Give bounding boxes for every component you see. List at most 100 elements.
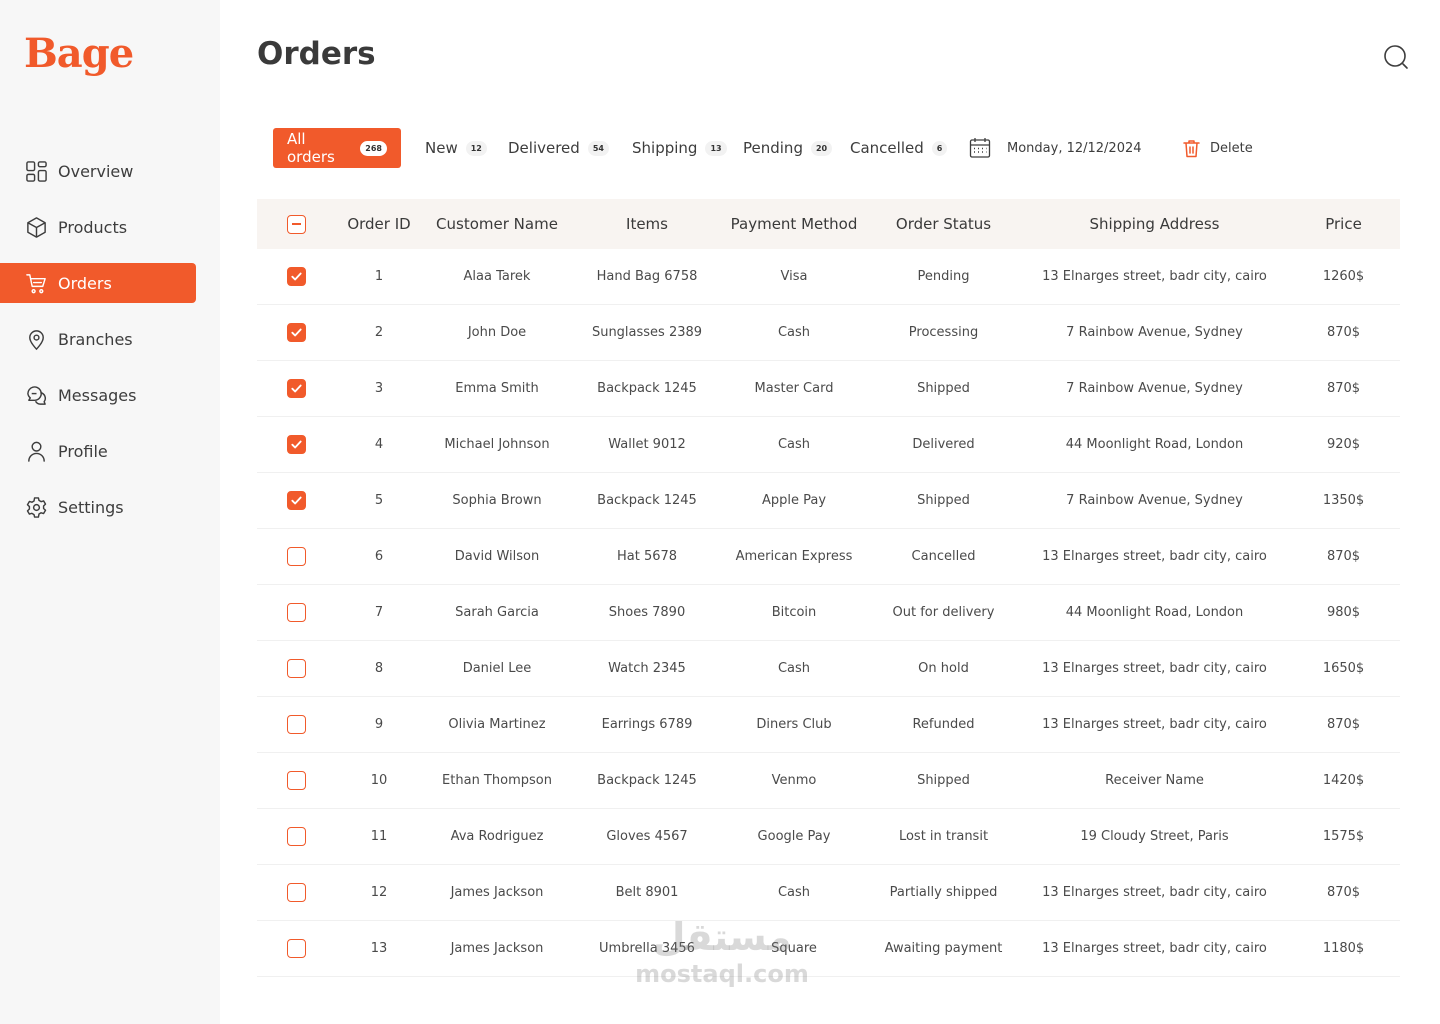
cell-shipping-address: 7 Rainbow Avenue, Sydney: [1066, 493, 1243, 508]
select-all-checkbox[interactable]: [286, 214, 306, 234]
cell-payment-method: Master Card: [754, 381, 834, 396]
cell-customer-name: Sarah Garcia: [455, 605, 539, 620]
tab-new[interactable]: New 12: [425, 128, 487, 168]
tab-label: Cancelled: [850, 139, 924, 157]
row-checkbox[interactable]: [286, 491, 306, 510]
row-select-cell: [257, 379, 335, 398]
tab-label: All orders: [287, 130, 335, 166]
column-header-price[interactable]: Price: [1287, 215, 1400, 233]
row-checkbox[interactable]: [286, 715, 306, 734]
row-checkbox[interactable]: [286, 547, 306, 566]
cell-order-id: 1: [374, 269, 384, 284]
cell-order-id: 13: [370, 941, 388, 956]
table-row[interactable]: 9 Olivia Martinez Earrings 6789 Diners Club…: [257, 697, 1400, 753]
date-picker[interactable]: Monday, 12/12/2024: [969, 128, 1142, 168]
table-row[interactable]: 13 James Jackson Umbrella 3456 Square Awaiti…: [257, 921, 1400, 977]
tab-count-badge: 20: [810, 140, 833, 156]
column-header-shipping-address[interactable]: Shipping Address: [1022, 215, 1287, 233]
cell-order-id: 2: [374, 325, 384, 340]
row-checkbox[interactable]: [286, 435, 306, 454]
tab-shipping[interactable]: Shipping 13: [632, 128, 727, 168]
table-row[interactable]: 6 David Wilson Hat 5678 American Express Can…: [257, 529, 1400, 585]
cell-order-status: Awaiting payment: [884, 941, 1003, 956]
column-header-payment-method[interactable]: Payment Method: [723, 215, 865, 233]
row-checkbox[interactable]: [286, 267, 306, 286]
table-row[interactable]: 8 Daniel Lee Watch 2345 Cash On hold 13 Elnar…: [257, 641, 1400, 697]
tab-all-orders[interactable]: All orders 268: [273, 128, 401, 168]
table-row[interactable]: 1 Alaa Tarek Hand Bag 6758 Visa Pending 13 El…: [257, 249, 1400, 305]
sidebar-item-overview[interactable]: Overview: [0, 151, 196, 191]
sidebar-item-label: Branches: [58, 329, 133, 349]
cell-items: Hat 5678: [616, 549, 678, 564]
cell-shipping-address: 7 Rainbow Avenue, Sydney: [1066, 381, 1243, 396]
sidebar-item-messages[interactable]: Messages: [0, 375, 196, 415]
select-all-cell: [257, 214, 335, 234]
column-header-customer-name[interactable]: Customer Name: [423, 215, 571, 233]
sidebar-item-label: Products: [58, 217, 128, 237]
column-header-order-status[interactable]: Order Status: [865, 215, 1022, 233]
cell-items: Umbrella 3456: [599, 941, 695, 956]
row-select-cell: [257, 659, 335, 678]
table-row[interactable]: 3 Emma Smith Backpack 1245 Master Card Shipp…: [257, 361, 1400, 417]
row-checkbox[interactable]: [286, 827, 306, 846]
table-row[interactable]: 5 Sophia Brown Backpack 1245 Apple Pay Shipp…: [257, 473, 1400, 529]
cell-customer-name: Ava Rodriguez: [450, 829, 544, 844]
row-checkbox[interactable]: [286, 603, 306, 622]
tab-delivered[interactable]: Delivered 54: [508, 128, 609, 168]
table-row[interactable]: 12 James Jackson Belt 8901 Cash Partially sh…: [257, 865, 1400, 921]
sidebar-item-settings[interactable]: Settings: [0, 487, 196, 527]
cell-price: 870$: [1326, 885, 1361, 900]
search-icon[interactable]: [1383, 44, 1409, 70]
table-row[interactable]: 2 John Doe Sunglasses 2389 Cash Processing 7 …: [257, 305, 1400, 361]
table-row[interactable]: 11 Ava Rodriguez Gloves 4567 Google Pay Lost…: [257, 809, 1400, 865]
cell-order-id: 10: [370, 773, 388, 788]
sidebar-item-profile[interactable]: Profile: [0, 431, 196, 471]
column-header-order-id[interactable]: Order ID: [335, 215, 423, 233]
cell-order-status: Out for delivery: [892, 605, 995, 620]
tab-cancelled[interactable]: Cancelled 6: [850, 128, 948, 168]
cell-price: 1350$: [1322, 493, 1365, 508]
cell-items: Belt 8901: [615, 885, 679, 900]
table-row[interactable]: 4 Michael Johnson Wallet 9012 Cash Delivered…: [257, 417, 1400, 473]
row-checkbox[interactable]: [286, 771, 306, 790]
cell-customer-name: Michael Johnson: [444, 437, 550, 452]
sidebar-item-orders[interactable]: Orders: [0, 263, 196, 303]
row-checkbox[interactable]: [286, 379, 306, 398]
trash-icon: [1183, 139, 1200, 157]
cell-customer-name: Alaa Tarek: [463, 269, 531, 284]
sidebar-item-label: Profile: [58, 441, 108, 461]
cell-price: 870$: [1326, 381, 1361, 396]
row-select-cell: [257, 939, 335, 958]
page-title: Orders: [257, 36, 376, 72]
row-checkbox[interactable]: [286, 939, 306, 958]
cell-items: Earrings 6789: [601, 717, 693, 732]
cell-order-id: 6: [374, 549, 384, 564]
cell-items: Backpack 1245: [597, 493, 697, 508]
gear-icon: [24, 495, 48, 519]
delete-button[interactable]: Delete: [1183, 128, 1253, 168]
cell-shipping-address: 13 Elnarges street, badr city, cairo: [1042, 885, 1267, 900]
sidebar-item-branches[interactable]: Branches: [0, 319, 196, 359]
cell-payment-method: Cash: [777, 437, 811, 452]
cell-order-id: 11: [370, 829, 388, 844]
sidebar-item-label: Messages: [58, 385, 137, 405]
cell-payment-method: Diners Club: [756, 717, 832, 732]
cell-customer-name: Daniel Lee: [462, 661, 532, 676]
row-checkbox[interactable]: [286, 883, 306, 902]
tab-label: Shipping: [632, 139, 698, 157]
table-row[interactable]: 7 Sarah Garcia Shoes 7890 Bitcoin Out for de…: [257, 585, 1400, 641]
row-checkbox[interactable]: [286, 323, 306, 342]
cell-shipping-address: 44 Moonlight Road, London: [1065, 605, 1244, 620]
table-row[interactable]: 10 Ethan Thompson Backpack 1245 Venmo Shippe…: [257, 753, 1400, 809]
row-select-cell: [257, 267, 335, 286]
brand-logo[interactable]: Bage: [24, 34, 134, 74]
sidebar-item-products[interactable]: Products: [0, 207, 196, 247]
tab-pending[interactable]: Pending 20: [743, 128, 833, 168]
column-header-items[interactable]: Items: [571, 215, 723, 233]
row-checkbox[interactable]: [286, 659, 306, 678]
cell-order-status: Shipped: [917, 381, 970, 396]
box-icon: [24, 215, 48, 239]
sidebar: Bage Overview Products Orders Branches M…: [0, 0, 220, 1024]
cell-payment-method: American Express: [735, 549, 853, 564]
cell-customer-name: Emma Smith: [455, 381, 539, 396]
